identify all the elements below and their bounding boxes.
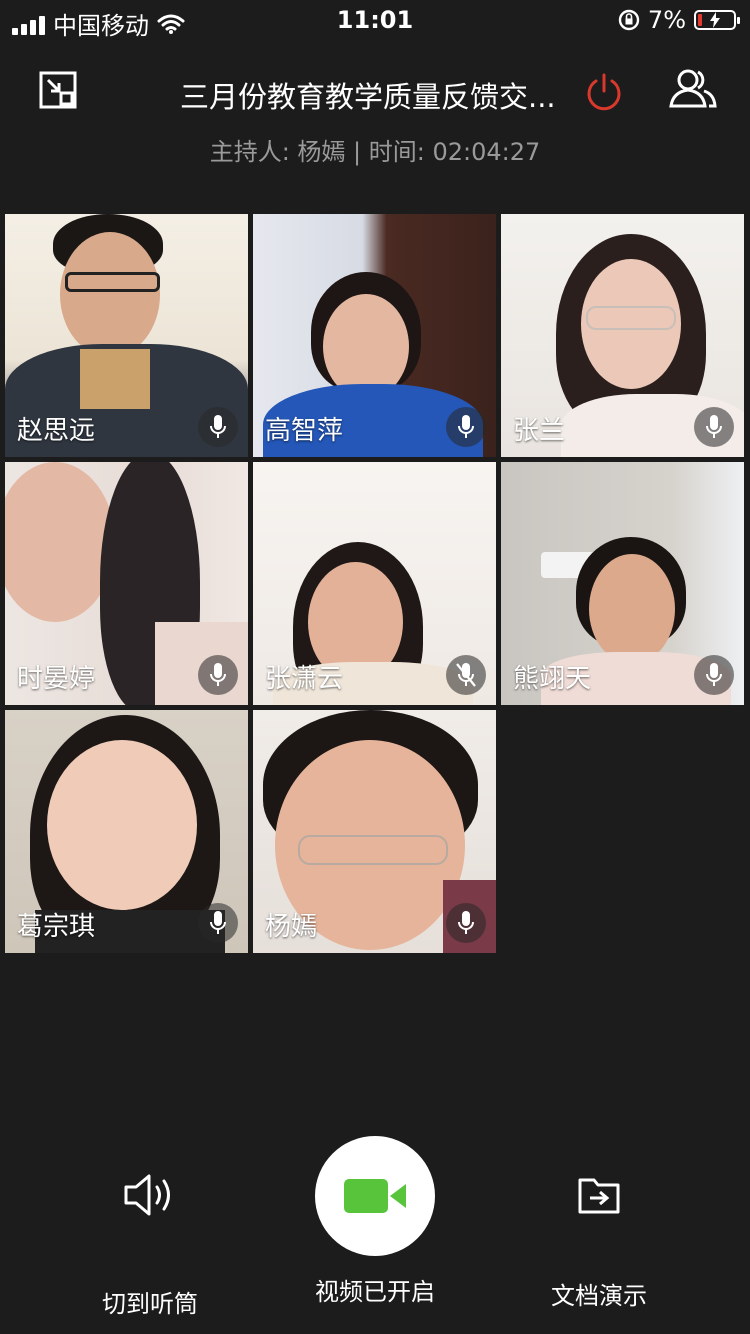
microphone-icon xyxy=(198,655,238,695)
minimize-window-icon xyxy=(39,71,77,109)
video-toggle-button[interactable]: 视频已开启 xyxy=(300,1136,450,1307)
switch-to-earpiece-label: 切到听筒 xyxy=(102,1290,198,1318)
video-tile[interactable]: 高智萍 xyxy=(253,214,496,457)
microphone-icon xyxy=(694,655,734,695)
meeting-title: 三月份教育教学质量反馈交... xyxy=(180,80,556,114)
video-toggle-label: 视频已开启 xyxy=(315,1278,435,1306)
microphone-icon xyxy=(198,407,238,447)
video-camera-icon xyxy=(344,1179,406,1213)
video-tile[interactable]: 张潇云 xyxy=(253,462,496,705)
video-tile[interactable]: 杨嫣 xyxy=(253,710,496,953)
participant-name: 赵思远 xyxy=(17,416,96,446)
status-bar: 中国移动 11:01 7% xyxy=(0,0,750,40)
participant-name: 高智萍 xyxy=(265,416,344,446)
orientation-lock-icon xyxy=(618,9,640,31)
video-tile[interactable]: 时晏婷 xyxy=(5,462,248,705)
video-tile[interactable]: 张兰 xyxy=(501,214,744,457)
participant-name: 熊翊天 xyxy=(513,664,592,694)
meeting-header: 三月份教育教学质量反馈交... 主持人: 杨嫣 | 时间: 02:04:27 xyxy=(0,60,750,180)
participant-name: 时晏婷 xyxy=(17,664,96,694)
participant-name: 杨嫣 xyxy=(265,912,318,942)
video-tile[interactable]: 熊翊天 xyxy=(501,462,744,705)
video-tile[interactable]: 葛宗琪 xyxy=(5,710,248,953)
document-presentation-label: 文档演示 xyxy=(551,1282,647,1310)
microphone-icon xyxy=(446,903,486,943)
end-meeting-button[interactable] xyxy=(584,72,624,116)
microphone-icon xyxy=(694,407,734,447)
minimize-window-button[interactable] xyxy=(38,70,78,114)
microphone-icon xyxy=(446,407,486,447)
battery-icon xyxy=(694,10,740,30)
microphone-muted-icon xyxy=(446,655,486,695)
participants-icon xyxy=(669,69,717,108)
participant-name: 张兰 xyxy=(513,416,566,446)
switch-to-earpiece-button[interactable]: 切到听筒 xyxy=(75,1170,225,1319)
participant-name: 张潇云 xyxy=(265,664,344,694)
participants-button[interactable] xyxy=(668,68,718,114)
meeting-controls: 切到听筒 视频已开启 文档演示 xyxy=(0,1130,750,1334)
folder-share-icon xyxy=(578,1178,620,1214)
power-icon xyxy=(587,73,621,111)
participant-name: 葛宗琪 xyxy=(17,912,96,942)
microphone-icon xyxy=(198,903,238,943)
video-tile[interactable]: 赵思远 xyxy=(5,214,248,457)
host-and-duration: 主持人: 杨嫣 | 时间: 02:04:27 xyxy=(209,138,541,166)
battery-percent: 7% xyxy=(647,6,686,34)
speaker-icon xyxy=(124,1174,170,1216)
document-presentation-button[interactable]: 文档演示 xyxy=(524,1174,674,1311)
